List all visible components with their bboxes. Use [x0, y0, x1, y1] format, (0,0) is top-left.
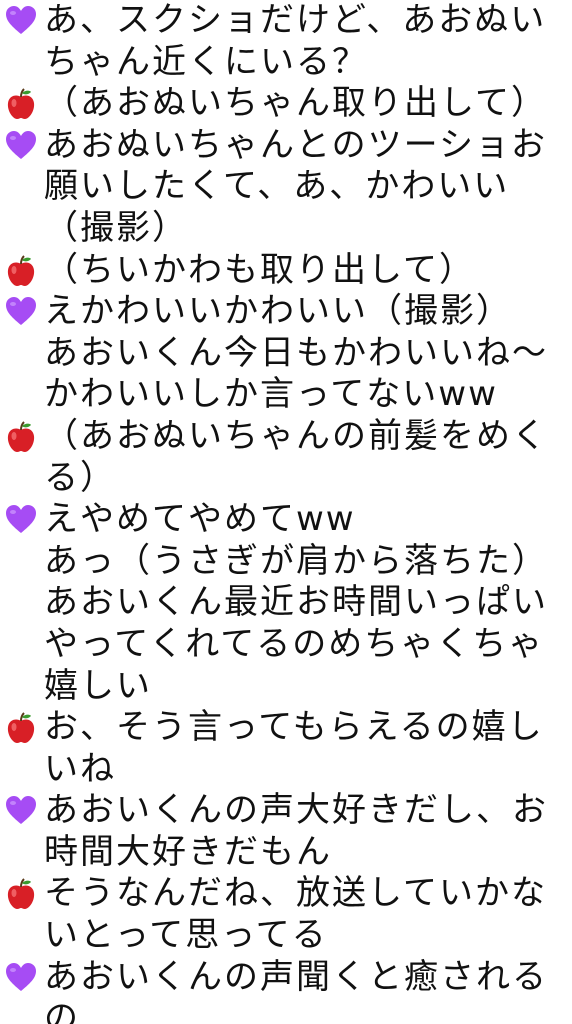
transcript-line-text: （あおぬいちゃん取り出して） [44, 83, 547, 124]
transcript-line-text: （ちいかわも取り出して） [44, 249, 475, 290]
transcript-line: お、そう言ってもらえるの嬉しいね [7, 707, 562, 790]
transcript-line-text: あおいくん今日もかわいいね～かわいいしか言ってないww [44, 332, 548, 415]
transcript-line-text: えかわいいかわいい（撮影） [44, 291, 512, 332]
fan-report-page: あ、スクショだけど、あおぬいちゃん近くにいる？ （あおぬいちゃん取り出して） あおぬ… [0, 0, 572, 1024]
purple-heart-icon [6, 297, 36, 326]
purple-heart-icon [6, 505, 36, 534]
transcript-line: あおいくん今日もかわいいね～かわいいしか言ってないww [44, 333, 562, 416]
red-apple-icon [7, 712, 35, 744]
purple-heart-icon [6, 6, 36, 34]
red-apple-icon [7, 878, 35, 910]
transcript-line: （ちいかわも取り出して） [7, 249, 562, 292]
transcript-line: あっ（うさぎが肩から落ちた） [44, 541, 562, 583]
red-apple-icon [7, 88, 35, 120]
transcript-line: えかわいいかわいい（撮影） [6, 291, 562, 333]
transcript-line-text: そうなんだね、放送していかないとって思ってる [44, 873, 547, 956]
transcript-line: あおいくん最近お時間いっぱいやってくれてるのめちゃくちゃ嬉しい [44, 582, 562, 707]
red-apple-icon [7, 421, 35, 452]
transcript-line-text: あおいくんの声聞くと癒されるの [44, 956, 548, 1024]
transcript-line: あおいくんの声聞くと癒されるの [6, 956, 562, 1024]
conversation-transcript: あ、スクショだけど、あおぬいちゃん近くにいる？ （あおぬいちゃん取り出して） あおぬ… [6, 0, 562, 1024]
transcript-line-text: あおいくんの声大好きだし、お時間大好きだもん [44, 790, 548, 872]
transcript-line: そうなんだね、放送していかないとって思ってる [7, 873, 562, 956]
transcript-line-text: お、そう言ってもらえるの嬉しいね [44, 707, 544, 789]
transcript-line: あおぬいちゃんとのツーショお願いしたくて、あ、かわいい（撮影） [6, 124, 562, 250]
transcript-line: あ、スクショだけど、あおぬいちゃん近くにいる？ [6, 0, 562, 83]
purple-heart-icon [6, 796, 36, 825]
transcript-line-text: えやめてやめてww [44, 499, 356, 540]
transcript-line-text: あ、スクショだけど、あおぬいちゃん近くにいる？ [44, 0, 547, 82]
transcript-line-text: あおいくん最近お時間いっぱいやってくれてるのめちゃくちゃ嬉しい [44, 582, 548, 706]
transcript-line-text: あおぬいちゃんとのツーショお願いしたくて、あ、かわいい（撮影） [44, 124, 547, 248]
transcript-line: （あおぬいちゃん取り出して） [7, 83, 562, 125]
purple-heart-icon [6, 962, 36, 991]
red-apple-icon [7, 254, 35, 286]
transcript-line: えやめてやめてww [6, 499, 562, 541]
transcript-line: あおいくんの声大好きだし、お時間大好きだもん [6, 790, 562, 873]
transcript-line: （あおぬいちゃんの前髪をめくる） [7, 415, 562, 499]
purple-heart-icon [6, 130, 36, 159]
transcript-line-text: あっ（うさぎが肩から落ちた） [44, 540, 548, 581]
transcript-line-text: （あおぬいちゃんの前髪をめくる） [44, 415, 548, 498]
